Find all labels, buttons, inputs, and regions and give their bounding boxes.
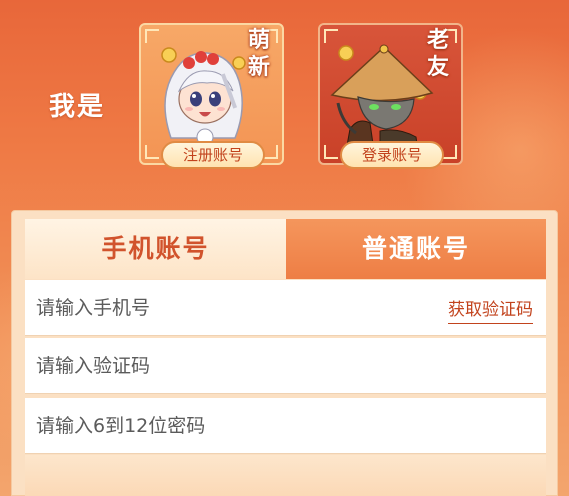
newcomer-avatar-icon [161,47,246,146]
old-friend-avatar-icon [330,44,434,151]
role-card-old-friend[interactable]: 老友 登录账号 [318,23,463,169]
i-am-label: 我是 [49,92,106,122]
panel-footer [25,455,546,496]
verification-code-input[interactable] [36,338,416,393]
role-title-old-friend: 老友 [426,27,449,80]
phone-field-row: 获取验证码 [25,280,546,336]
card-corner-ornament [443,145,457,159]
tab-phone-account[interactable]: 手机账号 [25,219,286,279]
login-account-button[interactable]: 登录账号 [340,141,444,169]
role-title-newcomer: 萌新 [247,27,270,80]
register-account-button[interactable]: 注册账号 [161,141,265,169]
tab-normal-account[interactable]: 普通账号 [286,219,546,279]
password-field-row [25,398,546,454]
account-tabs: 手机账号 普通账号 [25,219,546,279]
role-card-newcomer[interactable]: 萌新 注册账号 [139,23,284,169]
password-input[interactable] [36,398,416,453]
get-verification-code-button[interactable]: 获取验证码 [448,295,533,324]
code-field-row [25,338,546,394]
card-corner-ornament [264,145,278,159]
phone-input[interactable] [36,280,416,335]
